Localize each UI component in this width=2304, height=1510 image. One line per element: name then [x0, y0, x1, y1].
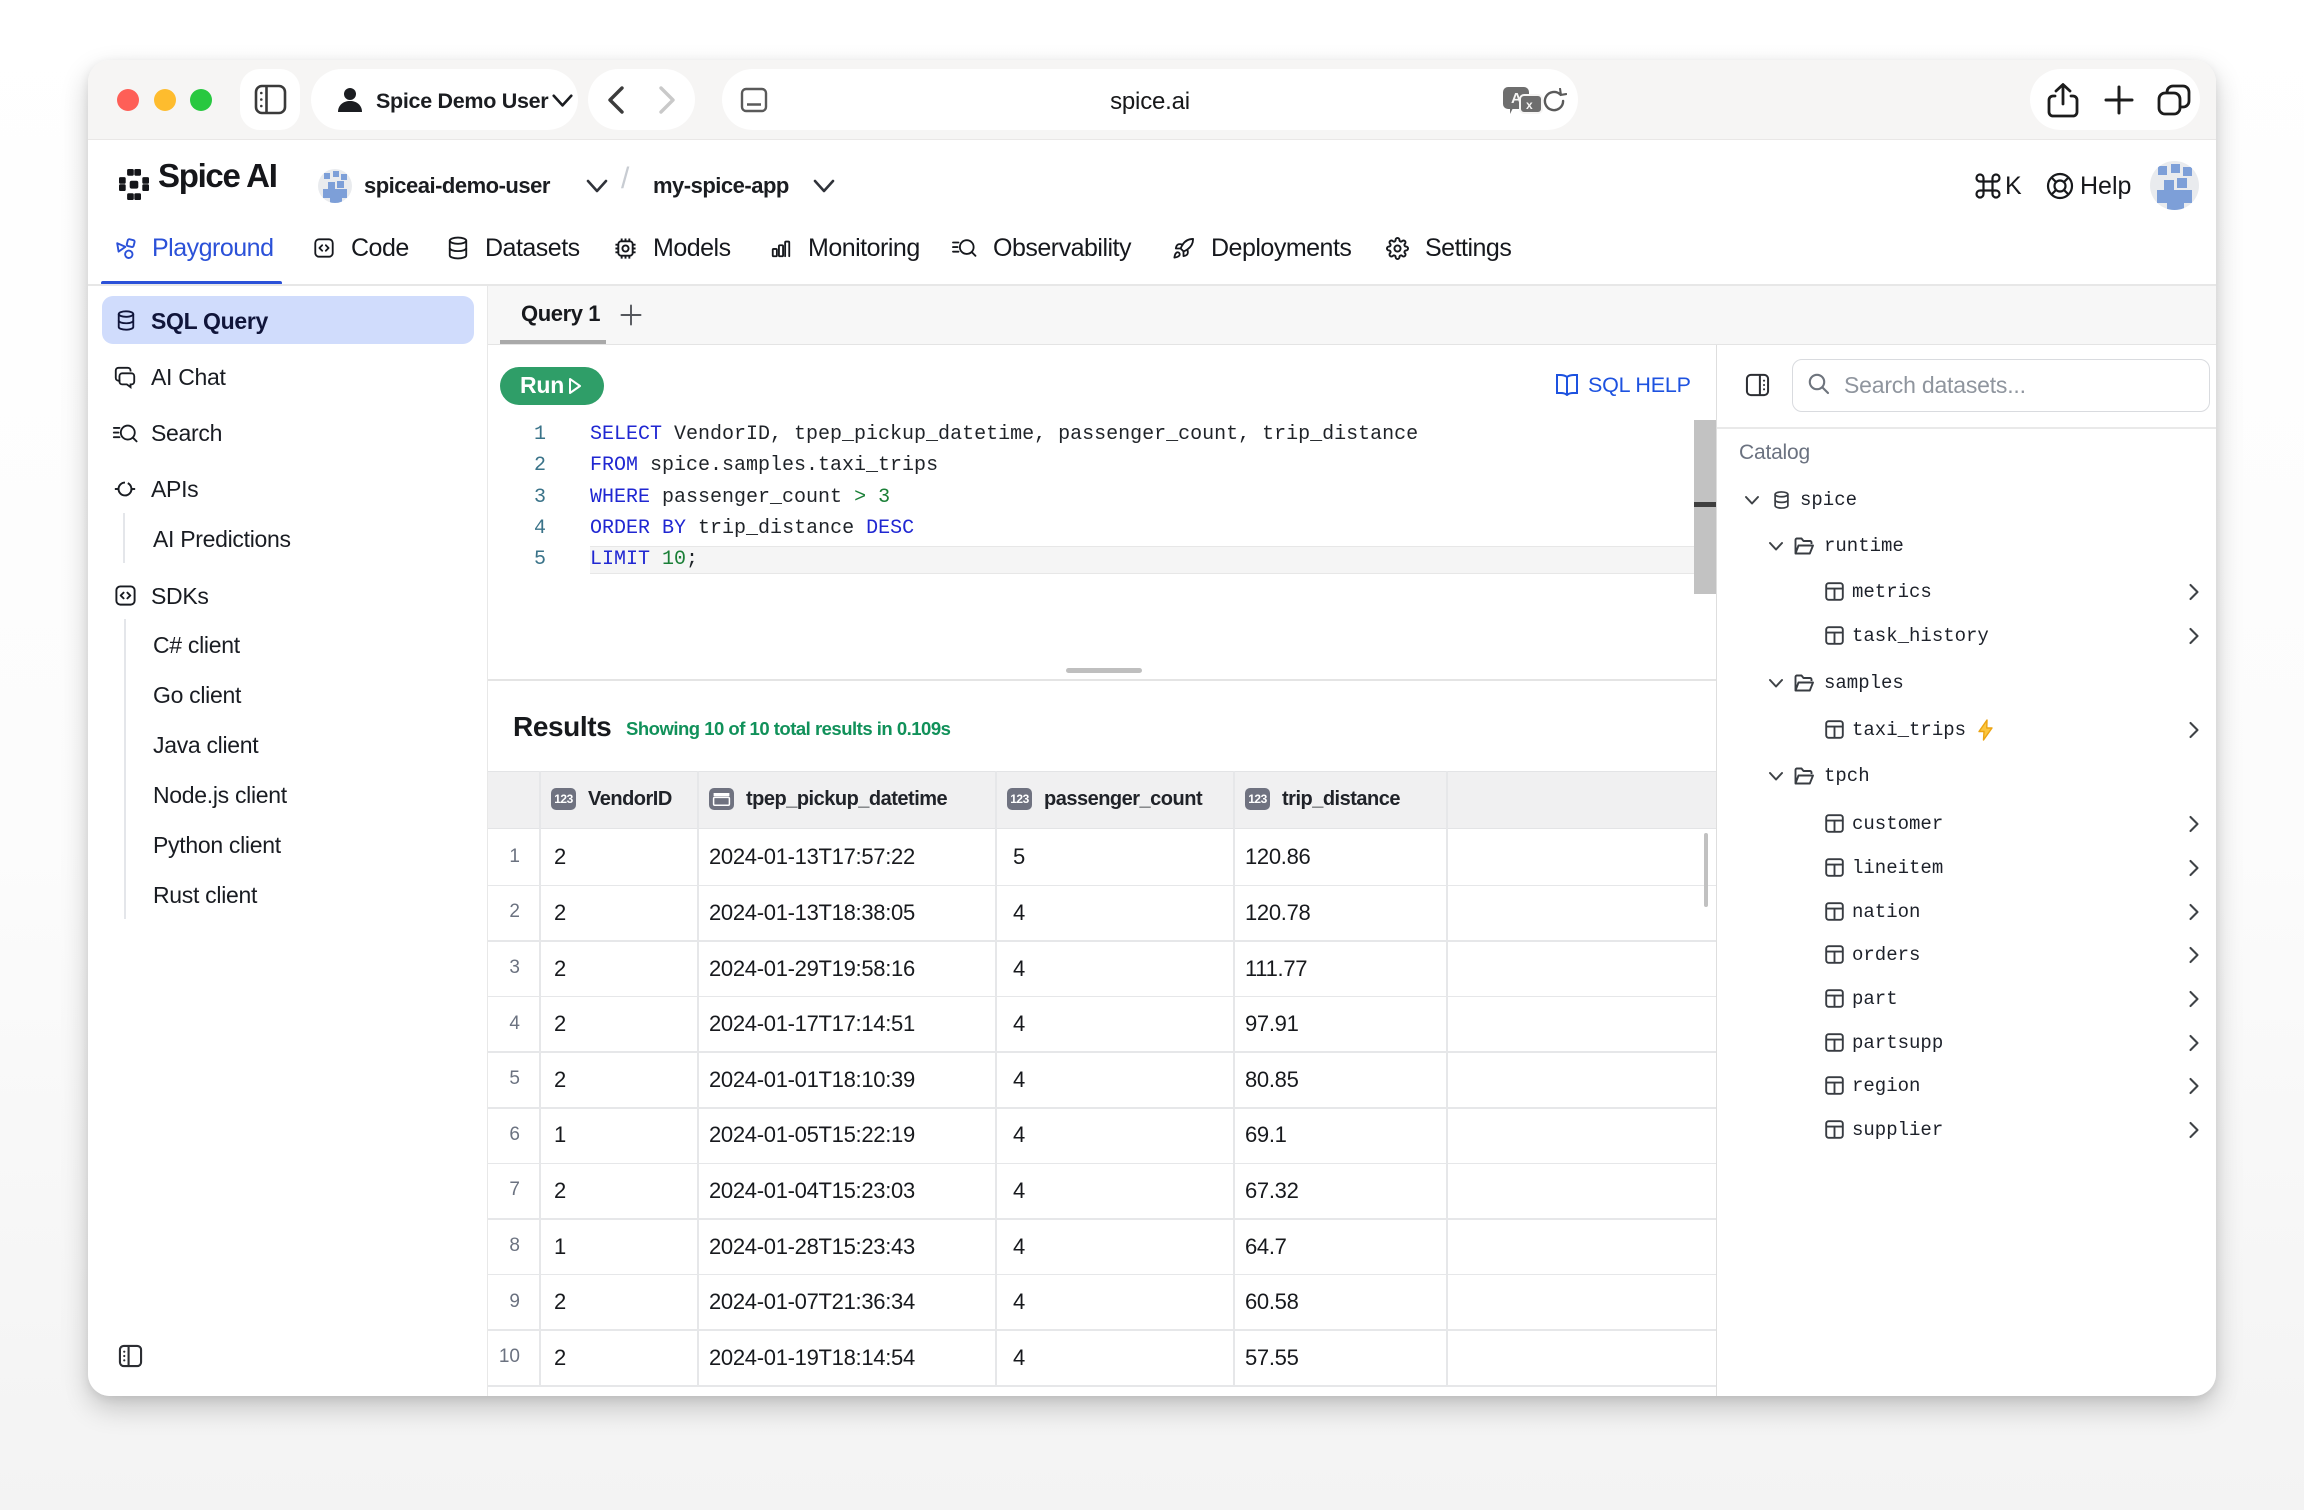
svg-text:x: x	[1526, 98, 1533, 112]
